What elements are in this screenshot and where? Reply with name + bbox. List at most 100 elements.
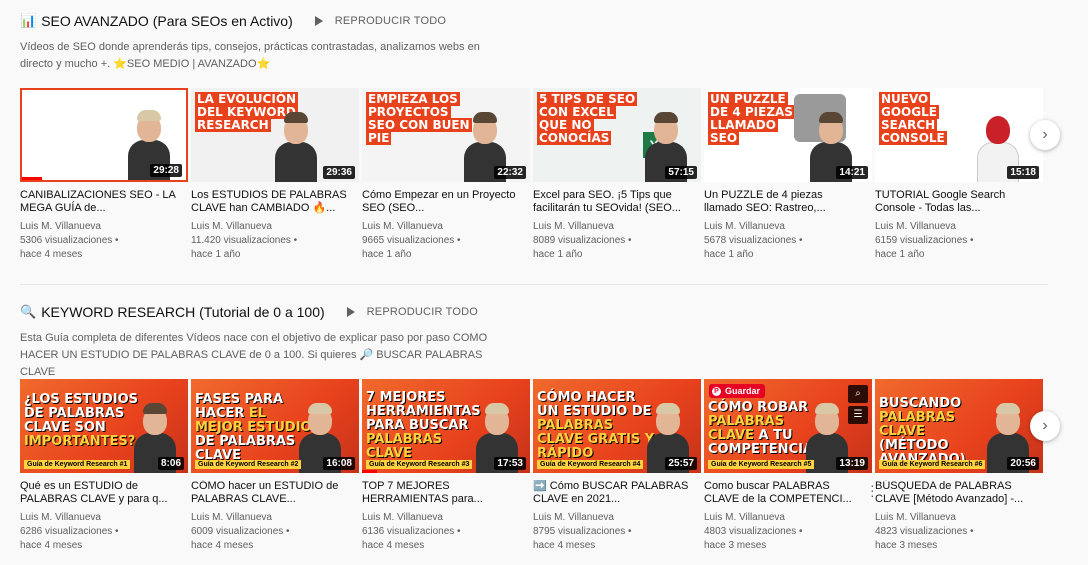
video-card-hovered[interactable]: Cómo robar palabras clave a tu competenc… <box>704 379 875 553</box>
upload-age: hace 1 año <box>191 249 241 260</box>
view-count-line: 4823 visualizaciones • <box>875 526 974 537</box>
upload-age: hace 1 año <box>875 249 925 260</box>
upload-age: hace 1 año <box>362 249 412 260</box>
video-thumbnail[interactable]: ¿Los estudios de palabras clave son impo… <box>20 379 188 473</box>
view-count-line: 5678 visualizaciones • <box>704 235 803 246</box>
video-card[interactable]: Un puzzle de 4 piezas llamado SEO 14:21 … <box>704 88 872 262</box>
add-to-queue-icon[interactable]: ☰ <box>848 406 868 424</box>
shelf2-next-button[interactable]: › <box>1030 411 1060 441</box>
video-card[interactable]: Tutorial completo para Solucionar las Ca… <box>20 88 188 262</box>
video-title[interactable]: BÚSQUEDA de PALABRAS CLAVE [Método Avanz… <box>875 480 1043 506</box>
video-card[interactable]: Buscando palabras clave (método avanzado… <box>875 379 1043 553</box>
video-thumbnail[interactable]: Buscando palabras clave (método avanzado… <box>875 379 1043 473</box>
thumbnail-text: 7 mejores herramientas para buscar palab… <box>366 390 481 461</box>
shelf-title[interactable]: 📊 SEO AVANZADO (Para SEOs en Activo) <box>20 13 293 29</box>
video-title[interactable]: Los ESTUDIOS DE PALABRAS CLAVE han CAMBI… <box>191 189 359 215</box>
shelf-title[interactable]: 🔍 KEYWORD RESEARCH (Tutorial de 0 a 100) <box>20 304 325 320</box>
duration-badge: 22:32 <box>494 166 526 179</box>
channel-name[interactable]: Luis M. Villanueva <box>362 220 530 234</box>
video-title[interactable]: CÓMO hacer un ESTUDIO de PALABRAS CLAVE.… <box>191 480 359 506</box>
channel-name[interactable]: Luis M. Villanueva <box>704 220 872 234</box>
watch-progress-bar <box>22 177 42 180</box>
magnifier-icon: 🔍 <box>20 304 37 319</box>
view-count-line: 4803 visualizaciones • <box>704 526 803 537</box>
view-count-line: 11.420 visualizaciones • <box>191 235 298 246</box>
upload-age: hace 1 año <box>533 249 583 260</box>
channel-name[interactable]: Luis M. Villanueva <box>191 511 359 525</box>
upload-age: hace 4 meses <box>191 540 254 551</box>
shelf-description: Vídeos de SEO donde aprenderás tips, con… <box>20 41 480 70</box>
shelf-header: 🔍 KEYWORD RESEARCH (Tutorial de 0 a 100)… <box>20 300 1050 324</box>
video-title[interactable]: Como buscar PALABRAS CLAVE de la COMPETE… <box>704 480 872 506</box>
thumbnail-text: Un puzzle de 4 piezas llamado SEO <box>708 92 795 145</box>
video-card[interactable]: 5 tips de SEO con Excel que no conocías … <box>533 88 701 262</box>
save-label: Guardar <box>725 386 761 396</box>
channel-name[interactable]: Luis M. Villanueva <box>20 511 188 525</box>
channel-name[interactable]: Luis M. Villanueva <box>362 511 530 525</box>
video-title[interactable]: TOP 7 MEJORES HERRAMIENTAS para... <box>362 480 530 506</box>
shelf1-video-row: Tutorial completo para Solucionar las Ca… <box>20 88 1043 262</box>
thumbnail-text: 5 tips de SEO con Excel que no conocías <box>537 92 638 145</box>
shelf-title-text: SEO AVANZADO (Para SEOs en Activo) <box>41 13 293 29</box>
channel-name[interactable]: Luis M. Villanueva <box>191 220 359 234</box>
upload-age: hace 3 meses <box>704 540 767 551</box>
video-title[interactable]: Qué es un ESTUDIO de PALABRAS CLAVE y pa… <box>20 480 188 506</box>
shelf1-next-button[interactable]: › <box>1030 120 1060 150</box>
video-thumbnail[interactable]: Un puzzle de 4 piezas llamado SEO 14:21 <box>704 88 872 182</box>
view-count: 8089 visualizaciones <box>533 235 626 246</box>
thumbnail-text: ¿Los estudios de palabras clave son impo… <box>24 392 139 449</box>
video-thumbnail[interactable]: 7 mejores herramientas para buscar palab… <box>362 379 530 473</box>
channel-name[interactable]: Luis M. Villanueva <box>704 511 872 525</box>
play-all-button[interactable]: REPRODUCIR TODO <box>314 15 446 27</box>
channel-name[interactable]: Luis M. Villanueva <box>875 511 1043 525</box>
pinterest-save-button[interactable]: P Guardar <box>709 384 766 398</box>
video-card[interactable]: La evolución del Keyword Research 29:36 … <box>191 88 359 262</box>
video-title[interactable]: TUTORIAL Google Search Console - Todas l… <box>875 189 1043 215</box>
video-card[interactable]: Fases para hacer el mejor estudio de pal… <box>191 379 359 553</box>
video-card[interactable]: ¿Los estudios de palabras clave son impo… <box>20 379 188 553</box>
channel-name[interactable]: Luis M. Villanueva <box>875 220 1043 234</box>
channel-name[interactable]: Luis M. Villanueva <box>533 511 701 525</box>
video-title[interactable]: ➡️ Cómo BUSCAR PALABRAS CLAVE en 2021... <box>533 480 701 506</box>
video-thumbnail[interactable]: Tutorial completo para Solucionar las Ca… <box>20 88 188 182</box>
video-thumbnail[interactable]: Nuevo Google Search Console 15:18 <box>875 88 1043 182</box>
video-thumbnail[interactable]: 5 tips de SEO con Excel que no conocías … <box>533 88 701 182</box>
video-thumbnail[interactable]: Cómo hacer un estudio de palabras clave … <box>533 379 701 473</box>
channel-name[interactable]: Luis M. Villanueva <box>20 220 188 234</box>
view-count-line: 6159 visualizaciones • <box>875 235 974 246</box>
video-title[interactable]: Cómo Empezar en un Proyecto SEO (SEO... <box>362 189 530 215</box>
channel-name[interactable]: Luis M. Villanueva <box>533 220 701 234</box>
video-thumbnail[interactable]: La evolución del Keyword Research 29:36 <box>191 88 359 182</box>
chevron-right-icon: › <box>1042 126 1048 143</box>
play-all-label: REPRODUCIR TODO <box>366 306 479 318</box>
view-count-line: 5306 visualizaciones • <box>20 235 119 246</box>
video-thumbnail[interactable]: Cómo robar palabras clave a tu competenc… <box>704 379 872 473</box>
video-card[interactable]: 7 mejores herramientas para buscar palab… <box>362 379 530 553</box>
shelf-keyword-research: 🔍 KEYWORD RESEARCH (Tutorial de 0 a 100)… <box>20 300 1050 381</box>
upload-age: hace 3 meses <box>875 540 938 551</box>
video-card[interactable]: Cómo hacer un estudio de palabras clave … <box>533 379 701 553</box>
video-thumbnail[interactable]: Empieza los proyectos SEO con buen pie 2… <box>362 88 530 182</box>
video-thumbnail[interactable]: Fases para hacer el mejor estudio de pal… <box>191 379 359 473</box>
video-title[interactable]: Excel para SEO. ¡5 Tips que facilitarán … <box>533 189 701 215</box>
video-card[interactable]: Nuevo Google Search Console 15:18 TUTORI… <box>875 88 1043 262</box>
upload-age: hace 4 meses <box>533 540 596 551</box>
guide-badge: Guía de Keyword Research #4 <box>537 460 644 469</box>
view-count-line: 6009 visualizaciones • <box>191 526 290 537</box>
guide-badge: Guía de Keyword Research #1 <box>24 460 131 469</box>
video-title[interactable]: Un PUZZLE de 4 piezas llamado SEO: Rastr… <box>704 189 872 215</box>
search-lens-icon[interactable]: ⌕ <box>848 385 868 403</box>
shelf-header: 📊 SEO AVANZADO (Para SEOs en Activo) REP… <box>20 9 1050 33</box>
upload-age: hace 1 año <box>704 249 754 260</box>
view-count: 4823 visualizaciones <box>875 526 968 537</box>
upload-age: hace 4 meses <box>362 540 425 551</box>
chart-icon: 📊 <box>20 13 37 28</box>
duration-badge: 14:21 <box>836 166 868 179</box>
video-card[interactable]: Empieza los proyectos SEO con buen pie 2… <box>362 88 530 262</box>
upload-age: hace 4 meses <box>20 249 83 260</box>
video-title[interactable]: CANIBALIZACIONES SEO - LA MEGA GUÍA de..… <box>20 189 188 215</box>
play-all-button[interactable]: REPRODUCIR TODO <box>346 306 479 318</box>
more-options-icon[interactable]: · · · <box>870 478 875 502</box>
view-count: 6009 visualizaciones <box>191 526 284 537</box>
pinterest-icon: P <box>712 386 721 396</box>
